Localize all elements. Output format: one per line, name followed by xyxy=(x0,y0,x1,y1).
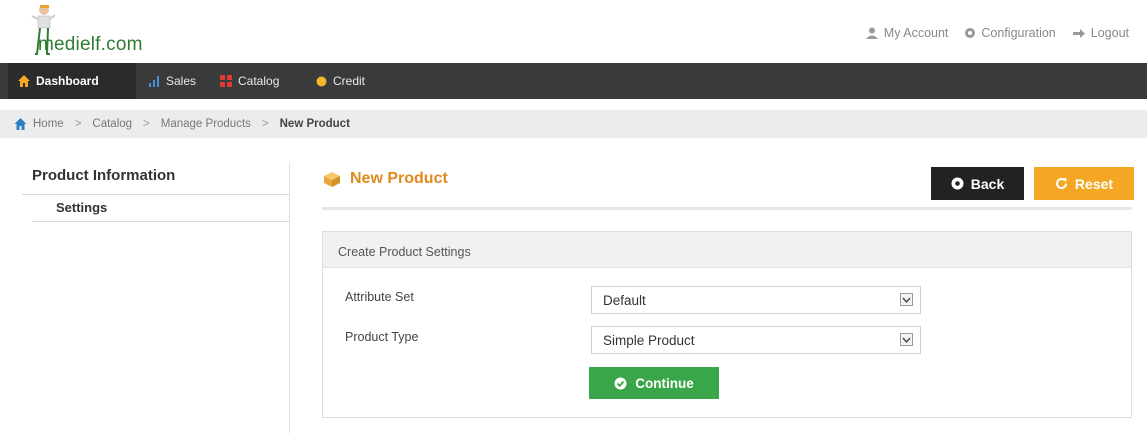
attribute-set-select[interactable]: Default xyxy=(591,286,921,314)
nav-credit-label: Credit xyxy=(333,74,366,88)
nav-item-credit[interactable]: Credit xyxy=(306,63,375,99)
logout-arrow-icon xyxy=(1072,28,1085,38)
continue-label: Continue xyxy=(635,375,694,391)
check-circle-icon xyxy=(614,377,627,389)
circle-left-icon xyxy=(951,177,964,190)
nav-catalog-label: Catalog xyxy=(238,74,280,88)
product-type-value: Simple Product xyxy=(603,333,695,348)
logo-text: medielf.com xyxy=(38,34,143,55)
divider xyxy=(322,207,1132,210)
sidebar: Product Information Settings xyxy=(22,163,290,433)
box-icon xyxy=(324,172,340,187)
refresh-icon xyxy=(1055,178,1067,190)
divider xyxy=(22,194,290,195)
attribute-set-value: Default xyxy=(603,293,646,308)
gear-icon xyxy=(965,28,976,38)
nav-dashboard-label: Dashboard xyxy=(36,74,99,88)
chevron-right-icon: > xyxy=(261,118,269,130)
sidebar-title: Product Information xyxy=(32,167,176,184)
breadcrumb-manage-products[interactable]: Manage Products xyxy=(161,118,251,130)
configuration-label: Configuration xyxy=(981,26,1056,40)
logout-link[interactable]: Logout xyxy=(1072,26,1129,40)
catalog-grid-icon xyxy=(220,75,232,87)
product-type-select[interactable]: Simple Product xyxy=(591,326,921,354)
sidebar-item-settings[interactable]: Settings xyxy=(34,200,290,222)
page-title-text: New Product xyxy=(350,170,448,187)
breadcrumb-current: New Product xyxy=(279,118,350,130)
create-product-settings-panel: Create Product Settings Attribute Set De… xyxy=(322,231,1132,418)
my-account-link[interactable]: My Account xyxy=(865,26,949,40)
breadcrumb: Home > Catalog > Manage Products > New P… xyxy=(0,110,1147,138)
panel-heading: Create Product Settings xyxy=(323,232,1131,268)
product-type-label: Product Type xyxy=(345,330,419,344)
back-button[interactable]: Back xyxy=(931,167,1024,200)
breadcrumb-catalog[interactable]: Catalog xyxy=(92,118,132,130)
main-nav: Dashboard Sales Catalog Credit xyxy=(0,63,1147,99)
top-links: My Account Configuration Logout xyxy=(865,26,1129,40)
header: medielf.com My Account Configuration Log… xyxy=(0,0,1147,62)
user-icon xyxy=(865,27,878,39)
chevron-right-icon: > xyxy=(74,118,82,130)
reset-button[interactable]: Reset xyxy=(1034,167,1134,200)
my-account-label: My Account xyxy=(883,26,949,40)
nav-sales-label: Sales xyxy=(166,74,197,88)
home-icon xyxy=(18,75,30,87)
continue-button[interactable]: Continue xyxy=(589,367,719,399)
divider xyxy=(32,221,290,222)
breadcrumb-home[interactable]: Home xyxy=(33,118,64,130)
logo[interactable]: medielf.com xyxy=(22,4,192,60)
chevron-down-icon xyxy=(900,293,913,306)
nav-item-catalog[interactable]: Catalog xyxy=(210,63,289,99)
chevron-down-icon xyxy=(900,333,913,346)
logout-label: Logout xyxy=(1090,26,1129,40)
nav-item-sales[interactable]: Sales xyxy=(138,63,206,99)
attribute-set-label: Attribute Set xyxy=(345,290,414,304)
configuration-link[interactable]: Configuration xyxy=(964,26,1056,40)
chevron-right-icon: > xyxy=(143,118,150,130)
page-title: New Product xyxy=(322,170,448,188)
home-icon xyxy=(14,118,27,130)
nav-item-dashboard[interactable]: Dashboard xyxy=(8,63,136,99)
bar-chart-icon xyxy=(149,76,159,87)
coin-icon xyxy=(316,76,327,86)
back-label: Back xyxy=(970,175,1005,192)
reset-label: Reset xyxy=(1074,175,1114,192)
